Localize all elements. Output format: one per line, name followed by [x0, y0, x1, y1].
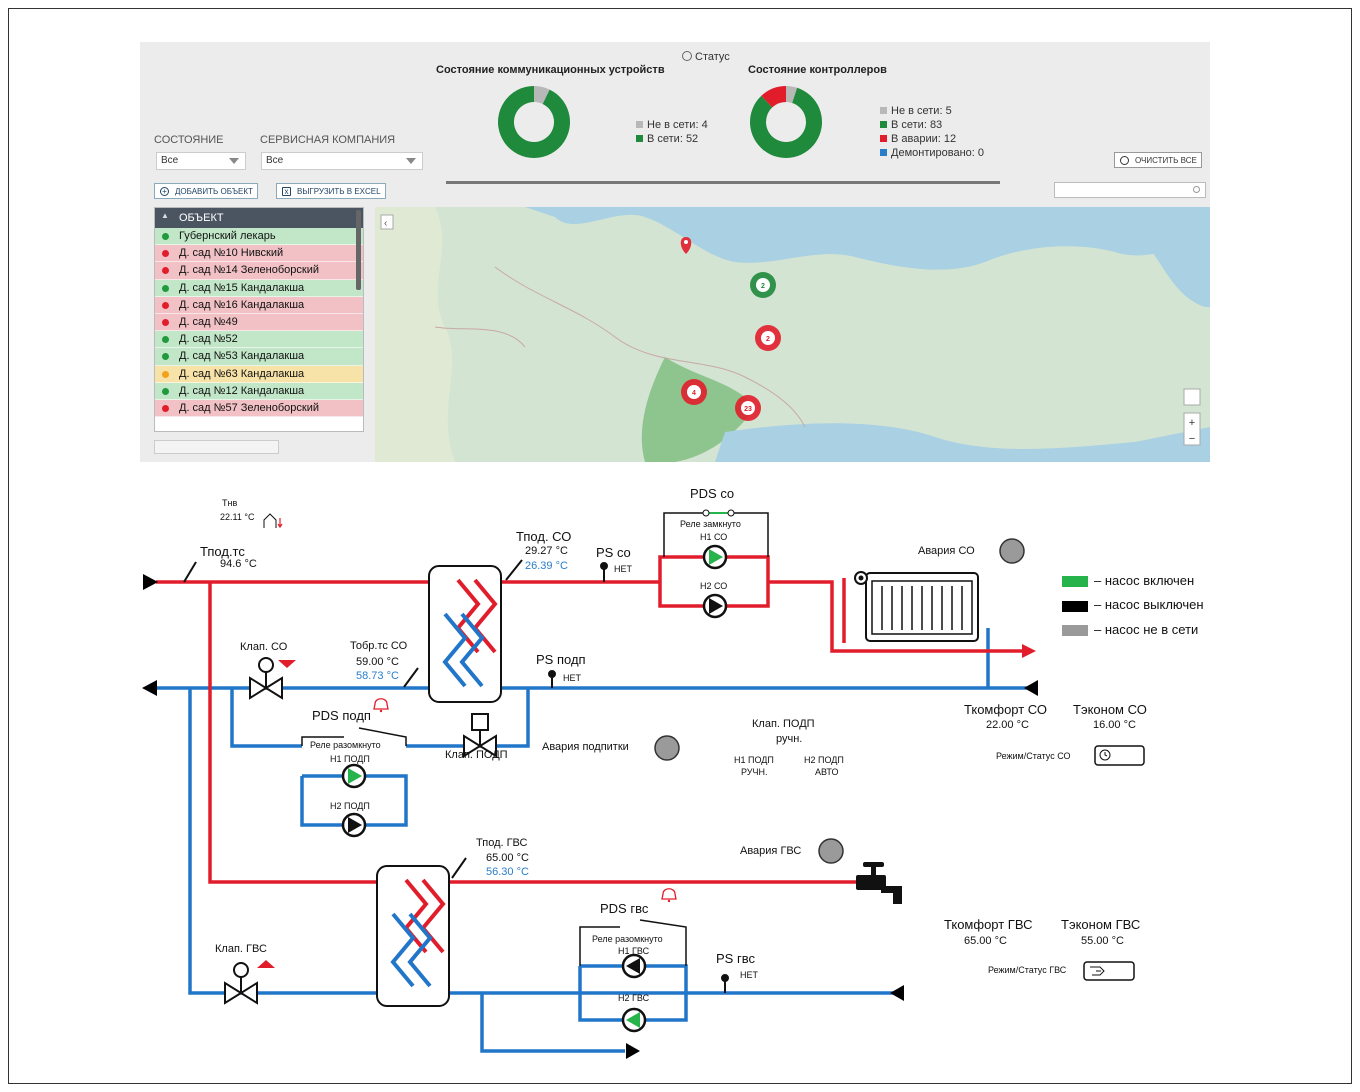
co-mode-button[interactable] [1094, 745, 1145, 766]
water-tap-icon [856, 862, 902, 904]
pds-gvs-label: PDS гвс [600, 901, 649, 916]
pds-gvs-pump2: Н2 ГВС [618, 993, 650, 1003]
co-comfort-label: Ткомфорт СО [964, 702, 1048, 717]
ps-co-value: НЕТ [614, 564, 632, 574]
alarm-gvs-label: Авария ГВС [740, 845, 802, 857]
pds-gvs-relay: Реле разомкнуто [592, 934, 663, 944]
pds-podp-relay: Реле разомкнуто [310, 740, 381, 750]
tobr-ts-co-value: 59.00 °C [356, 656, 399, 668]
return-pipes [156, 628, 1030, 1053]
alarm-co-indicator [999, 538, 1025, 564]
tpod-co-label: Тпод. СО [516, 529, 572, 544]
inlet-arrow-icon [143, 574, 158, 590]
gvs-comfort-value: 65.00 °C [964, 935, 1007, 947]
pump-h1-gvs[interactable] [621, 953, 647, 979]
ps-gvs-value: НЕТ [740, 970, 758, 980]
co-econom-value: 16.00 °C [1093, 719, 1136, 731]
legend-on-label: – насос включен [1094, 573, 1195, 588]
klap-podp-mode-value: ручн. [776, 733, 803, 745]
tpod-ts-value: 94.6 °C [220, 558, 257, 570]
pds-co-relay: Реле замкнуто [680, 519, 741, 529]
legend-offline-label: – насос не в сети [1094, 622, 1199, 637]
gvs-return-arrow-icon [890, 985, 904, 1001]
supply-outlet-arrow-icon [1022, 644, 1036, 658]
pump-h1-co[interactable] [702, 544, 728, 570]
alarm-co-label: Авария СО [918, 545, 975, 557]
house-temperature-icon [263, 513, 283, 529]
co-mode-label: Режим/Статус СО [996, 751, 1071, 761]
pds-co-pump2: Н2 СО [700, 581, 728, 591]
h1-podp-mode-value: РУЧН. [741, 767, 768, 777]
alarm-podp-indicator [654, 735, 680, 761]
pump-h2-podp[interactable] [341, 812, 367, 838]
radiator-icon [854, 571, 979, 642]
gvs-mode-label: Режим/Статус ГВС [988, 965, 1067, 975]
legend-off-label: – насос выключен [1094, 597, 1204, 612]
tpod-gvs-value2: 56.30 °C [486, 866, 529, 878]
tpod-co-value: 29.27 °C [525, 545, 568, 557]
alarm-podp-label: Авария подпитки [542, 741, 629, 753]
tnv-label: Тнв [222, 498, 238, 508]
tnv-value: 22.11 °C [220, 512, 255, 522]
pump-h1-podp[interactable] [341, 763, 367, 789]
valve-gvs-open-indicator [257, 960, 275, 968]
tpod-ts-label: Тпод.тс [200, 544, 245, 559]
ps-podp-value: НЕТ [563, 673, 581, 683]
valve-podp-label: Клап. ПОДП [445, 749, 508, 761]
pds-podp-pump1: Н1 ПОДП [330, 754, 370, 764]
bell-icon [373, 698, 389, 713]
co-econom-label: Тэконом СО [1073, 702, 1147, 717]
pump-h2-co[interactable] [702, 593, 728, 619]
h2-podp-mode-value: АВТО [815, 767, 839, 777]
tpod-co-value2: 26.39 °C [525, 560, 568, 572]
gvs-econom-value: 55.00 °C [1081, 935, 1124, 947]
tpod-gvs-value: 65.00 °C [486, 852, 529, 864]
pds-co-label: PDS co [690, 486, 735, 501]
tobr-ts-co-label: Тобр.тс СО [350, 640, 408, 652]
relay-co-switch [702, 509, 735, 517]
pds-co-pump1: Н1 СО [700, 532, 728, 542]
gvs-mode-button[interactable] [1083, 961, 1135, 981]
gvs-econom-label: Тэконом ГВС [1061, 917, 1141, 932]
valve-gvs[interactable] [224, 962, 258, 1005]
alarm-gvs-indicator [818, 838, 844, 864]
pds-podp-pump2: Н2 ПОДП [330, 801, 370, 811]
tobr-ts-co-value2: 58.73 °C [356, 670, 399, 682]
gvs-outlet-arrow-icon [626, 1043, 640, 1059]
pds-podp-label: PDS подп [312, 708, 371, 723]
legend-on-swatch [1062, 576, 1088, 587]
legend-off-swatch [1062, 601, 1088, 612]
h2-podp-mode-label: Н2 ПОДП [804, 755, 844, 765]
h1-podp-mode-label: Н1 ПОДП [734, 755, 774, 765]
pump-h2-gvs[interactable] [621, 1007, 647, 1033]
valve-co[interactable] [249, 657, 283, 700]
ps-co-label: PS co [596, 545, 631, 560]
klap-podp-mode-title: Клап. ПОДП [752, 718, 815, 730]
valve-gvs-label: Клап. ГВС [215, 943, 267, 955]
return-inlet-arrow-icon [1024, 680, 1038, 696]
outlet-arrow-icon [142, 680, 157, 696]
tpod-gvs-label: Тпод. ГВС [476, 837, 528, 849]
valve-co-close-indicator [278, 660, 296, 668]
gvs-comfort-label: Ткомфорт ГВС [944, 917, 1033, 932]
pds-gvs-pump1: Н1 ГВС [618, 946, 650, 956]
valve-co-label: Клап. СО [240, 641, 288, 653]
heat-exchanger-co [428, 565, 502, 703]
heat-exchanger-gvs [376, 865, 450, 1007]
legend-offline-swatch [1062, 625, 1088, 636]
co-comfort-value: 22.00 °C [986, 719, 1029, 731]
ps-gvs-label: PS гвс [716, 951, 755, 966]
bell-icon [661, 888, 677, 903]
ps-podp-label: PS подп [536, 652, 586, 667]
